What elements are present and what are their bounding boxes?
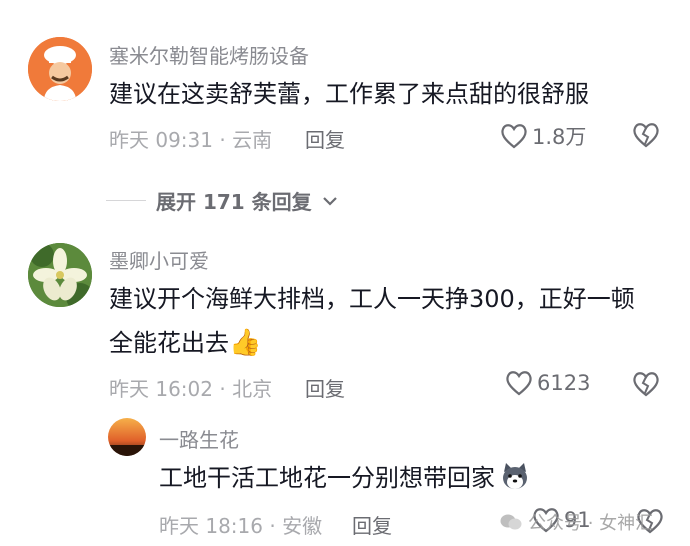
comment-username[interactable]: 墨卿小可爱: [109, 245, 209, 274]
reply-text: 工地干活工地花一分别想带回家: [159, 456, 579, 506]
reply-time-location: 昨天 18:16 · 安徽: [159, 514, 323, 538]
like-button[interactable]: 6123: [505, 370, 590, 396]
avatar-flower[interactable]: [28, 243, 92, 307]
chevron-down-icon: [322, 196, 337, 206]
sunset-avatar-icon: [108, 418, 146, 456]
like-count: 6123: [537, 371, 591, 395]
reply-button[interactable]: 回复: [305, 373, 345, 402]
broken-heart-icon: [633, 372, 659, 397]
reply-button[interactable]: 回复: [352, 510, 392, 539]
watermark-text: 公众号 · 女神汇: [528, 513, 654, 534]
expand-replies-row[interactable]: 展开 171 条回复: [106, 186, 338, 215]
dislike-button[interactable]: [632, 122, 660, 152]
comment-text: 建议在这卖舒芙蕾，工作累了来点甜的很舒服: [109, 80, 589, 108]
avatar-chef[interactable]: [28, 37, 92, 101]
heart-icon: [501, 124, 527, 149]
divider-line: [106, 200, 146, 201]
chef-avatar-icon: [28, 37, 92, 101]
thumbs-up-emoji: 👍: [229, 328, 262, 358]
avatar-sunset[interactable]: [108, 418, 146, 456]
reply-button[interactable]: 回复: [305, 124, 345, 153]
watermark: 公众号 · 女神汇: [500, 509, 653, 535]
comment-time-location: 昨天 16:02 · 北京: [109, 377, 273, 401]
reply-text-body: 工地干活工地花一分别想带回家: [159, 464, 495, 492]
expand-replies-label: 展开 171 条回复: [156, 190, 312, 214]
reply-username[interactable]: 一路生花: [159, 424, 239, 453]
dislike-button[interactable]: [632, 371, 660, 401]
comment-text: 建议开个海鲜大排档，工人一天挣300，正好一顿全能花出去👍: [109, 277, 657, 365]
comment-username[interactable]: 塞米尔勒智能烤肠设备: [109, 40, 309, 69]
flower-avatar-icon: [28, 243, 92, 307]
heart-icon: [506, 371, 532, 396]
dog-emoji-icon: [499, 460, 531, 506]
comment-text-body: 建议开个海鲜大排档，工人一天挣300，正好一顿全能花出去: [109, 285, 635, 357]
broken-heart-icon: [633, 123, 659, 148]
like-count: 1.8万: [532, 125, 587, 149]
like-button[interactable]: 1.8万: [500, 121, 586, 151]
wechat-icon: [500, 514, 522, 530]
comment-time-location: 昨天 09:31 · 云南: [109, 128, 273, 152]
